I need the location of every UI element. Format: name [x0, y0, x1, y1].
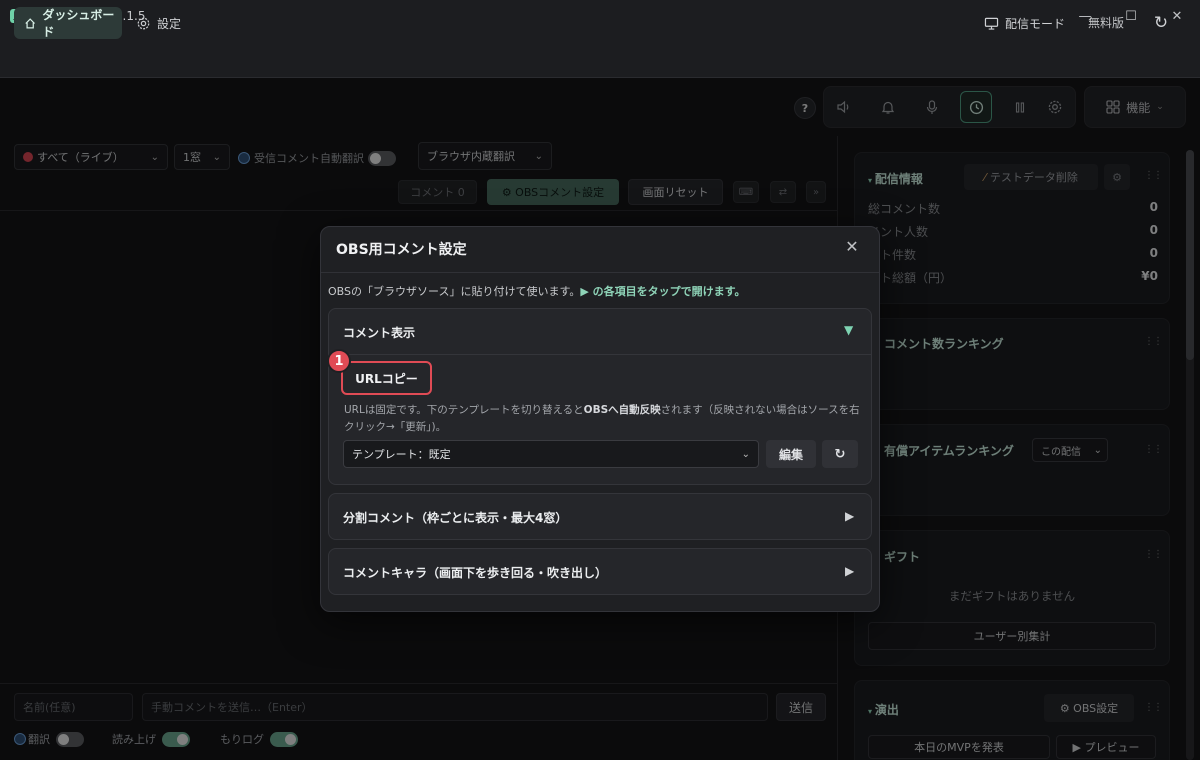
stream-mode-label: 配信モード	[1005, 16, 1066, 31]
close-icon[interactable]: ✕	[842, 236, 862, 256]
expand-arrow-icon[interactable]: ▶	[845, 564, 854, 578]
refresh-icon[interactable]: ↻	[1150, 12, 1172, 34]
nav-dashboard-tab[interactable]: ダッシュボード	[14, 7, 122, 39]
url-copy-button[interactable]: URLコピー	[341, 361, 432, 395]
split-comment-title: 分割コメント（枠ごとに表示・最大4窓）	[343, 511, 568, 525]
comment-character-title: コメントキャラ（画面下を歩き回る・吹き出し）	[343, 566, 608, 580]
reload-icon[interactable]: ↻	[822, 440, 858, 468]
template-select[interactable]: テンプレート：既定 ⌄	[343, 440, 759, 468]
modal-description: OBSの「ブラウザソース」に貼り付けて使います。▶ の各項目をタップで開けます。	[328, 285, 746, 298]
modal-title: OBS用コメント設定	[336, 242, 467, 258]
stream-mode-button[interactable]: 配信モード	[984, 7, 1065, 39]
nav-settings-label: 設定	[157, 16, 182, 31]
comment-display-title: コメント表示	[343, 326, 416, 340]
template-select-value: テンプレート：既定	[352, 448, 451, 461]
chevron-down-icon: ⌄	[741, 448, 750, 460]
divider	[321, 272, 879, 273]
step-number-badge: 1	[327, 349, 351, 373]
home-icon	[25, 17, 36, 29]
gear-icon	[137, 17, 150, 29]
collapse-arrow-icon[interactable]: ▼	[844, 323, 853, 337]
monitor-icon	[984, 17, 999, 30]
free-plan-label[interactable]: 無料版	[1088, 14, 1124, 31]
nav-settings-tab[interactable]: 設定	[136, 7, 181, 39]
url-note-text: URLは固定です。下のテンプレートを切り替えるとOBSへ自動反映されます（反映さ…	[344, 404, 860, 433]
expand-arrow-icon[interactable]: ▶	[845, 509, 854, 523]
nav-dashboard-label: ダッシュボード	[42, 8, 115, 39]
edit-template-button[interactable]: 編集	[766, 440, 816, 468]
